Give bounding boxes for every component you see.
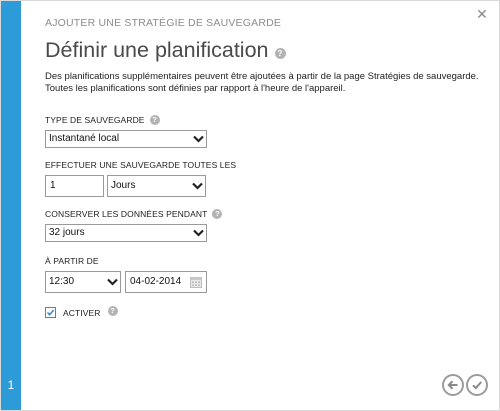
page-help-icon[interactable]: ? — [274, 48, 286, 59]
backup-type-select[interactable]: Instantané local — [45, 130, 207, 148]
start-date-value: 04-02-2014 — [130, 276, 182, 287]
backup-type-value: Instantané local — [49, 133, 120, 144]
enable-label: ACTIVER — [63, 307, 101, 318]
enable-help-icon[interactable]: ? — [107, 306, 118, 316]
retention-label: CONSERVER LES DONNÉES PENDANT — [45, 209, 208, 219]
description-line-2: Toutes les planifications sont définies … — [45, 83, 346, 94]
chevron-down-icon — [105, 275, 119, 289]
step-number: 1 — [7, 378, 15, 392]
wizard-step-strip: 1 — [1, 1, 21, 410]
start-time-select[interactable]: 12:30 — [45, 271, 121, 293]
frequency-controls: 1 Jours — [45, 175, 487, 197]
start-time-value: 12:30 — [49, 276, 75, 287]
retention-value: 32 jours — [49, 227, 85, 238]
backup-type-help-icon[interactable]: ? — [149, 115, 160, 125]
arrow-left-icon — [447, 380, 458, 390]
start-date-input[interactable]: 04-02-2014 — [125, 271, 207, 293]
frequency-unit-select[interactable]: Jours — [107, 175, 206, 197]
frequency-group: EFFECTUER UNE SAUVEGARDE TOUTES LES 1 Jo… — [45, 160, 487, 197]
description-line-1: Des planifications supplémentaires peuve… — [45, 71, 479, 82]
enable-checkbox[interactable] — [45, 307, 56, 318]
retention-help-icon[interactable]: ? — [212, 209, 223, 219]
frequency-unit-value: Jours — [111, 180, 136, 191]
checkmark-icon — [472, 381, 482, 390]
add-backup-policy-dialog: 1 ✕ AJOUTER UNE STRATÉGIE DE SAUVEGARDE … — [0, 0, 500, 411]
start-controls: 12:30 04-02-2014 — [45, 271, 487, 293]
start-label: À PARTIR DE — [45, 256, 99, 266]
retention-group: CONSERVER LES DONNÉES PENDANT ? 32 jours — [45, 209, 487, 242]
start-group: À PARTIR DE 12:30 04-02-2014 — [45, 256, 487, 293]
retention-label-row: CONSERVER LES DONNÉES PENDANT ? — [45, 209, 487, 219]
calendar-icon[interactable] — [190, 276, 202, 296]
chevron-down-icon — [191, 132, 205, 146]
frequency-label-row: EFFECTUER UNE SAUVEGARDE TOUTES LES — [45, 160, 487, 170]
frequency-number-input[interactable]: 1 — [45, 175, 104, 197]
dialog-content: AJOUTER UNE STRATÉGIE DE SAUVEGARDE Défi… — [45, 1, 487, 319]
page-title-row: Définir une planification ? — [45, 38, 487, 62]
page-title: Définir une planification — [45, 38, 269, 62]
chevron-down-icon — [190, 179, 204, 193]
wizard-title: AJOUTER UNE STRATÉGIE DE SAUVEGARDE — [45, 17, 282, 29]
backup-type-label: TYPE DE SAUVEGARDE — [45, 115, 145, 125]
backup-type-group: TYPE DE SAUVEGARDE ? Instantané local — [45, 115, 487, 148]
retention-select[interactable]: 32 jours — [45, 224, 207, 242]
frequency-label: EFFECTUER UNE SAUVEGARDE TOUTES LES — [45, 160, 237, 170]
confirm-button[interactable] — [466, 374, 488, 396]
enable-group: ACTIVER ? — [45, 306, 487, 319]
start-label-row: À PARTIR DE — [45, 256, 487, 266]
back-button[interactable] — [442, 374, 464, 396]
chevron-down-icon — [191, 226, 205, 240]
backup-type-label-row: TYPE DE SAUVEGARDE ? — [45, 115, 487, 125]
description: Des planifications supplémentaires peuve… — [45, 71, 479, 95]
checkmark-icon — [46, 309, 55, 316]
